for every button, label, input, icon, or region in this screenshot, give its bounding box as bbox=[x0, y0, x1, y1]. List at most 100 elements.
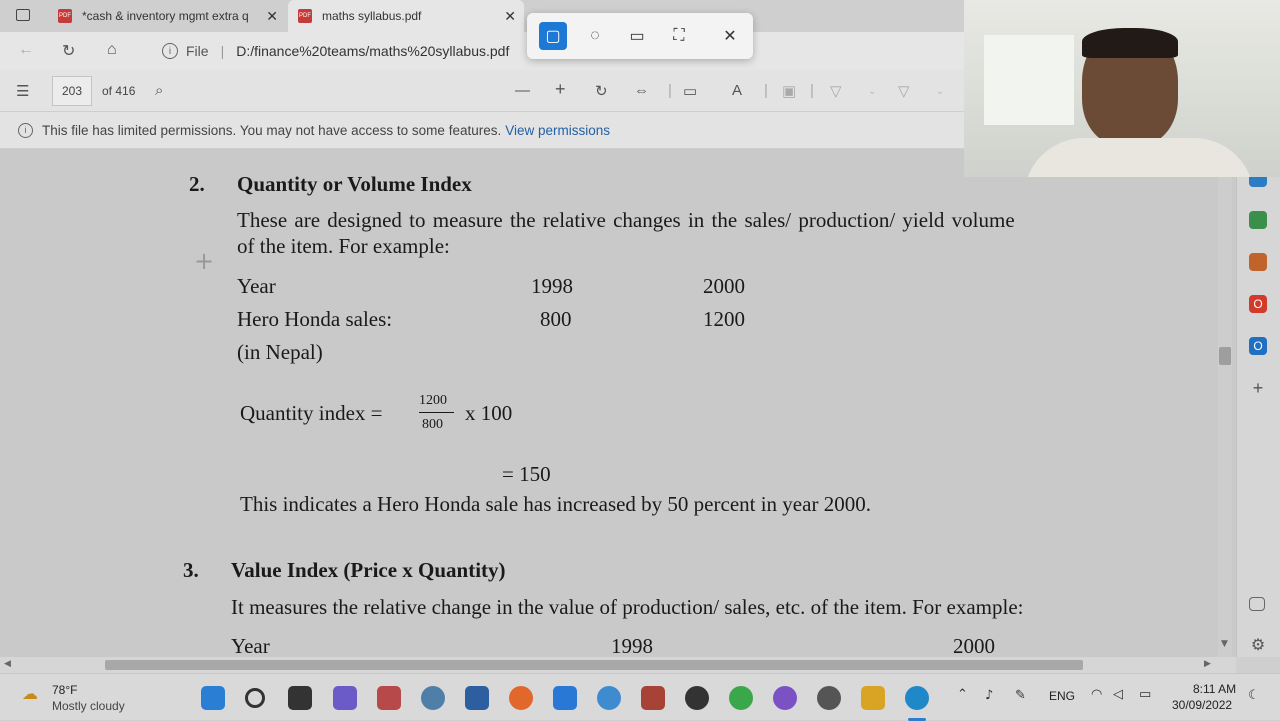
rectangle-snip-icon[interactable]: ▢ bbox=[539, 22, 567, 50]
app-icon[interactable] bbox=[641, 686, 665, 710]
teams-icon[interactable] bbox=[333, 686, 357, 710]
scrollbar-thumb[interactable] bbox=[105, 660, 1083, 670]
wifi-icon[interactable]: ◠ bbox=[1091, 687, 1102, 702]
close-snip-icon[interactable]: ✕ bbox=[716, 22, 744, 50]
find-icon[interactable]: ⌕ bbox=[155, 82, 163, 99]
viber-icon[interactable] bbox=[773, 686, 797, 710]
zoom-icon[interactable] bbox=[553, 686, 577, 710]
pdf-icon: PDF bbox=[58, 9, 72, 23]
weather-desc[interactable]: Mostly cloudy bbox=[52, 699, 125, 713]
page-view-icon[interactable]: ▭ bbox=[683, 82, 697, 100]
add-icon[interactable]: + bbox=[1249, 379, 1267, 397]
table-cell: 2000 bbox=[703, 274, 745, 298]
read-aloud-icon[interactable]: A bbox=[732, 82, 742, 99]
paragraph-line: of the item. For example: bbox=[237, 234, 450, 258]
outlook-icon[interactable]: O bbox=[1249, 337, 1267, 355]
games-icon[interactable] bbox=[1249, 253, 1267, 271]
horizontal-scrollbar[interactable]: ◀ ▶ bbox=[0, 657, 1236, 673]
scroll-right-icon[interactable]: ▶ bbox=[1204, 659, 1211, 669]
pdf-page[interactable]: 2. Quantity or Volume Index These are de… bbox=[0, 149, 1236, 657]
edge-icon[interactable] bbox=[905, 686, 929, 710]
tab-actions-icon[interactable] bbox=[16, 9, 30, 21]
paragraph-line: These are designed to measure the relati… bbox=[237, 208, 1015, 232]
fullscreen-snip-icon[interactable]: ⛶ bbox=[665, 22, 693, 50]
chrome-icon[interactable] bbox=[685, 686, 709, 710]
refresh-icon[interactable]: ↻ bbox=[62, 41, 75, 61]
paragraph-line: It measures the relative change in the v… bbox=[231, 595, 1024, 619]
folder-icon[interactable] bbox=[861, 686, 885, 710]
tab-cash-inventory[interactable]: PDF *cash & inventory mgmt extra q ✕ bbox=[46, 0, 286, 32]
search-icon[interactable] bbox=[245, 688, 265, 708]
back-icon[interactable]: ← bbox=[18, 41, 34, 59]
view-permissions-link[interactable]: View permissions bbox=[505, 123, 610, 138]
formula-multiplier: x 100 bbox=[465, 401, 513, 425]
home-icon[interactable]: ⌂ bbox=[107, 41, 117, 59]
table-cell: 1200 bbox=[703, 307, 745, 331]
table-label: (in Nepal) bbox=[237, 340, 323, 364]
section-number: 3. bbox=[183, 558, 199, 582]
quickbooks-icon[interactable] bbox=[597, 686, 621, 710]
fraction-numerator: 1200 bbox=[419, 393, 447, 408]
divider: | bbox=[810, 82, 814, 99]
close-tab-icon[interactable]: ✕ bbox=[258, 8, 286, 25]
sidebar-toggle-icon[interactable] bbox=[1249, 597, 1265, 611]
scheme-label: File bbox=[186, 43, 209, 59]
whatsapp-icon[interactable] bbox=[729, 686, 753, 710]
scroll-left-icon[interactable]: ◀ bbox=[4, 659, 11, 669]
notifications-icon[interactable]: ☾ bbox=[1248, 688, 1260, 703]
settings-icon[interactable]: ⚙ bbox=[1249, 637, 1267, 655]
tray-chevron-icon[interactable]: ⌃ bbox=[957, 687, 968, 702]
zoom-in-icon[interactable]: + bbox=[555, 79, 566, 100]
tab-maths-syllabus[interactable]: PDF maths syllabus.pdf ✕ bbox=[288, 0, 524, 32]
clock-time[interactable]: 8:11 AM bbox=[1193, 682, 1236, 696]
add-text-icon[interactable]: ▣ bbox=[782, 82, 796, 100]
crosshair-cursor-icon: + bbox=[194, 247, 215, 275]
highlight-icon[interactable]: ▽ bbox=[898, 82, 910, 100]
info-message: This file has limited permissions. You m… bbox=[42, 122, 502, 138]
volume-icon[interactable]: ◁ bbox=[1113, 687, 1123, 702]
draw-icon[interactable]: ▽ bbox=[830, 82, 842, 100]
formula-result: = 150 bbox=[502, 462, 551, 486]
webcam-person-shirt bbox=[1024, 138, 1254, 177]
start-icon[interactable] bbox=[201, 686, 225, 710]
table-cell: 2000 bbox=[953, 634, 995, 657]
microphone-icon[interactable]: ♪ bbox=[985, 688, 993, 703]
divider: | bbox=[764, 82, 768, 99]
file-explorer-icon[interactable] bbox=[288, 686, 312, 710]
table-label: Year bbox=[231, 634, 270, 657]
pdf-icon: PDF bbox=[298, 9, 312, 23]
page-number-input[interactable]: 203 bbox=[52, 76, 92, 106]
tab-title: *cash & inventory mgmt extra q bbox=[82, 9, 249, 23]
scroll-down-icon[interactable]: ▼ bbox=[1221, 639, 1228, 649]
weather-temp[interactable]: 78°F bbox=[52, 683, 77, 697]
rotate-icon[interactable]: ↻ bbox=[595, 82, 608, 100]
tab-title: maths syllabus.pdf bbox=[322, 9, 422, 23]
chevron-down-icon[interactable]: ⌄ bbox=[936, 86, 944, 97]
table-cell: 1998 bbox=[531, 274, 573, 298]
zoom-out-icon[interactable]: — bbox=[515, 82, 530, 99]
scrollbar-thumb[interactable] bbox=[1219, 347, 1231, 365]
settings-icon[interactable] bbox=[817, 686, 841, 710]
store-icon[interactable] bbox=[465, 686, 489, 710]
conclusion-text: This indicates a Hero Honda sale has inc… bbox=[240, 492, 871, 516]
window-snip-icon[interactable]: ▭ bbox=[623, 22, 651, 50]
freeform-snip-icon[interactable]: ◌ bbox=[581, 22, 609, 50]
firefox-icon[interactable] bbox=[509, 686, 533, 710]
globe-icon[interactable] bbox=[421, 686, 445, 710]
clock-date[interactable]: 30/09/2022 bbox=[1172, 698, 1232, 712]
tools-icon[interactable] bbox=[1249, 211, 1267, 229]
contents-icon[interactable]: ☰ bbox=[16, 82, 29, 100]
webcam-overlay bbox=[964, 0, 1280, 177]
battery-icon[interactable]: ▭ bbox=[1139, 687, 1151, 702]
divider: | bbox=[668, 82, 672, 99]
chevron-down-icon[interactable]: ⌄ bbox=[868, 86, 876, 97]
language-indicator[interactable]: ENG bbox=[1049, 689, 1075, 703]
weather-icon[interactable]: ☁ bbox=[22, 684, 38, 703]
office-icon[interactable]: O bbox=[1249, 295, 1267, 313]
close-tab-icon[interactable]: ✕ bbox=[496, 8, 524, 25]
tally-icon[interactable] bbox=[377, 686, 401, 710]
vertical-scrollbar[interactable]: ▼ bbox=[1218, 149, 1232, 657]
fit-width-icon[interactable]: ⇔ bbox=[634, 82, 649, 99]
section-title: Value Index (Price x Quantity) bbox=[231, 558, 506, 582]
pen-icon[interactable]: ✎ bbox=[1015, 688, 1026, 703]
